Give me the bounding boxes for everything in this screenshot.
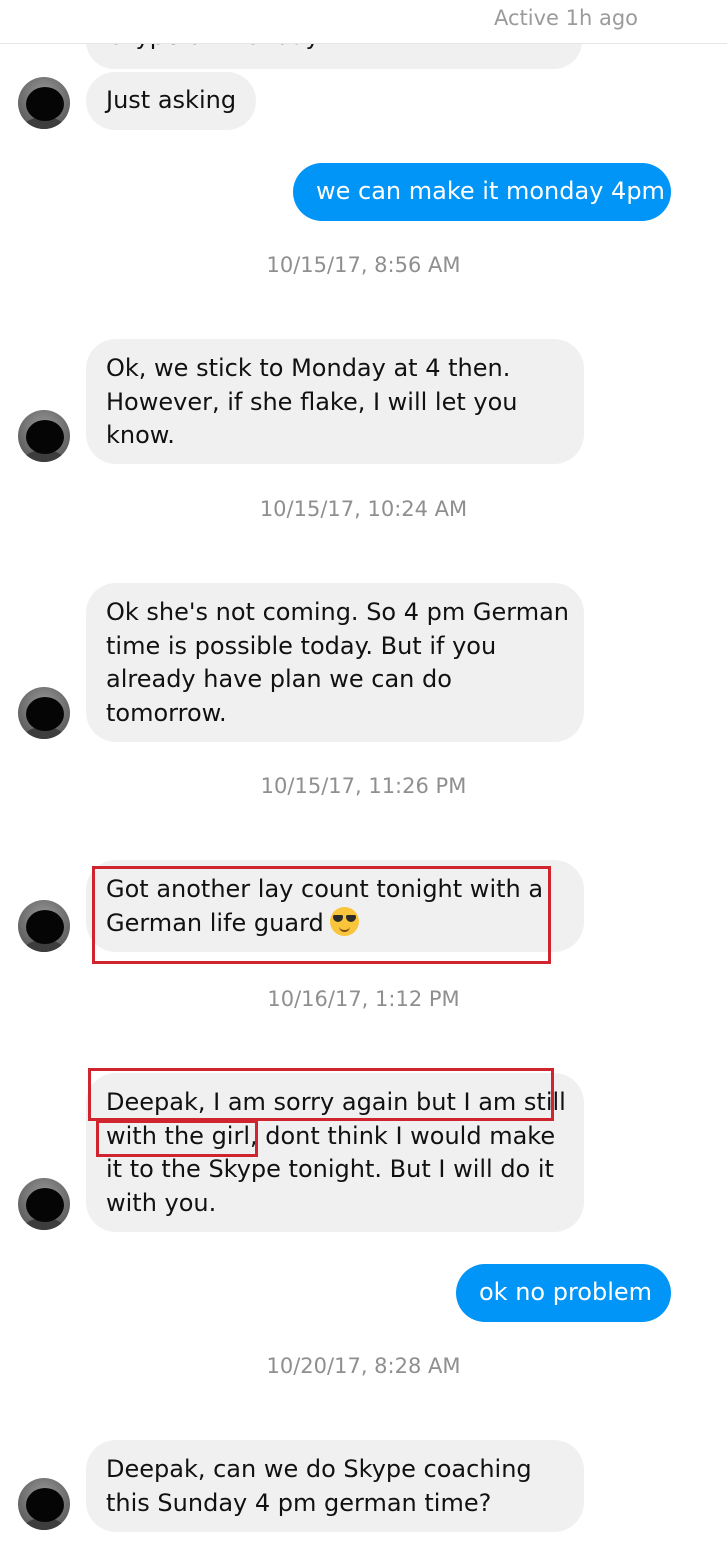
message-timestamp: 10/20/17, 8:28 AM xyxy=(266,1354,461,1378)
message-line: with you. xyxy=(106,1188,217,1217)
message-bubble-incoming[interactable]: Deepak, can we do Skype coaching this Su… xyxy=(86,1440,584,1532)
message-timestamp: 10/15/17, 10:24 AM xyxy=(259,497,468,521)
contact-avatar[interactable] xyxy=(18,410,70,462)
highlight-box xyxy=(92,866,551,964)
chat-header: Active 1h ago xyxy=(0,0,727,44)
redaction-mark xyxy=(26,1188,64,1222)
message-line: Ok, we stick to Monday at 4 then. xyxy=(106,354,511,382)
active-status: Active 1h ago xyxy=(494,6,639,30)
message-line: tomorrow. xyxy=(106,698,227,727)
contact-avatar[interactable] xyxy=(18,1478,70,1530)
redaction-mark xyxy=(26,1488,64,1522)
message-timestamp: 10/15/17, 11:26 PM xyxy=(260,774,467,798)
message-text: ok no problem xyxy=(479,1278,653,1306)
message-bubble-incoming[interactable]: Ok, we stick to Monday at 4 then. Howeve… xyxy=(86,339,584,464)
message-line: However, if she flake, I will let you xyxy=(106,387,518,416)
message-text: we can make it monday 4pm xyxy=(316,177,665,205)
message-bubble-outgoing[interactable]: ok no problem xyxy=(456,1264,671,1322)
message-text: Just asking xyxy=(106,86,237,114)
message-line: Ok she's not coming. So 4 pm German xyxy=(106,598,569,626)
message-line: time is possible today. But if you xyxy=(106,631,497,660)
contact-avatar[interactable] xyxy=(18,1178,70,1230)
chat-screen: skype on Monday? Active 1h ago Just aski… xyxy=(0,0,727,1551)
message-line: Deepak, can we do Skype coaching xyxy=(106,1455,532,1483)
redaction-mark xyxy=(26,697,64,731)
message-line: already have plan we can do xyxy=(106,665,452,693)
contact-avatar[interactable] xyxy=(18,687,70,739)
message-line: know. xyxy=(106,421,175,449)
message-bubble-incoming[interactable]: Ok she's not coming. So 4 pm German time… xyxy=(86,583,584,742)
message-timestamp: 10/15/17, 8:56 AM xyxy=(266,253,461,277)
highlight-box xyxy=(96,1120,258,1157)
message-timestamp: 10/16/17, 1:12 PM xyxy=(267,987,460,1011)
redaction-mark xyxy=(26,910,64,944)
message-line: this Sunday 4 pm german time? xyxy=(106,1488,492,1517)
highlight-box xyxy=(88,1068,554,1121)
message-bubble-incoming[interactable]: Just asking xyxy=(86,72,257,130)
redaction-mark xyxy=(26,420,64,454)
contact-avatar[interactable] xyxy=(18,900,70,952)
message-line: it to the Skype tonight. But I will do i… xyxy=(106,1155,554,1183)
message-bubble-outgoing[interactable]: we can make it monday 4pm xyxy=(293,163,671,221)
contact-avatar[interactable] xyxy=(18,77,70,129)
redaction-mark xyxy=(26,87,64,121)
